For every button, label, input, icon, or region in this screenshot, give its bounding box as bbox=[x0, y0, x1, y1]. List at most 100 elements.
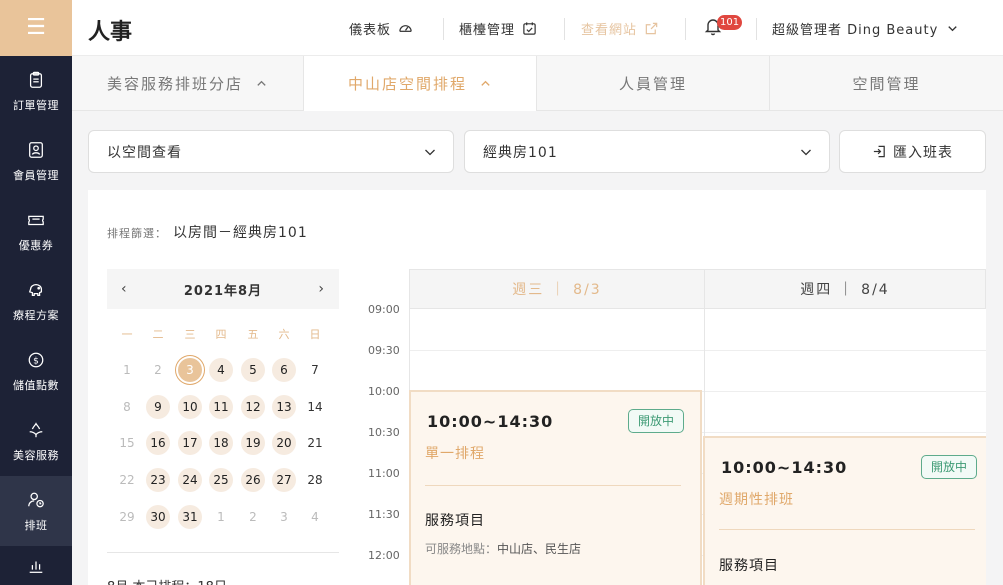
prev-month-button[interactable]: ‹ bbox=[121, 281, 128, 297]
weekly-schedule: 週三 ｜ 8/3 週四 ｜ 8/4 10:00~14:30 開放中 單一排程 服… bbox=[409, 269, 986, 585]
schedule-card: 排程篩選： 以房間－經典房101 ‹ 2021年8月 › 一二三四五六日12345… bbox=[88, 190, 986, 585]
calendar-day[interactable]: 6 bbox=[272, 358, 296, 382]
calendar-day[interactable]: 7 bbox=[303, 358, 327, 382]
calendar-day[interactable]: 23 bbox=[146, 468, 170, 492]
calendar-day[interactable]: 3 bbox=[178, 358, 202, 382]
user-menu[interactable]: 超級管理者 Ding Beauty bbox=[772, 0, 960, 56]
view-site-link[interactable]: 查看網站 bbox=[581, 0, 659, 56]
hamburger-icon: ☰ bbox=[26, 15, 46, 40]
tab-room-management[interactable]: 空間管理 bbox=[770, 56, 1003, 111]
svg-text:$: $ bbox=[33, 357, 39, 367]
calendar-day[interactable]: 13 bbox=[272, 395, 296, 419]
calendar-day[interactable]: 2 bbox=[146, 358, 170, 382]
sidebar-item-label: 美容服務 bbox=[13, 449, 59, 462]
import-label: 匯入班表 bbox=[893, 144, 953, 161]
block-divider bbox=[425, 485, 681, 486]
tab-label: 空間管理 bbox=[852, 75, 921, 93]
block-type: 週期性排班 bbox=[719, 492, 794, 508]
tab-label: 人員管理 bbox=[618, 75, 687, 93]
calendar-day[interactable]: 16 bbox=[146, 431, 170, 455]
room-value: 經典房101 bbox=[483, 144, 558, 161]
import-schedule-button[interactable]: 匯入班表 bbox=[839, 130, 986, 173]
sidebar-item-treatment-plans[interactable]: 療程方案 bbox=[0, 266, 72, 336]
calendar-day[interactable]: 26 bbox=[241, 468, 265, 492]
calendar-day[interactable]: 19 bbox=[241, 431, 265, 455]
calendar-day[interactable]: 5 bbox=[241, 358, 265, 382]
tab-branch-scheduling[interactable]: 美容服務排班分店 bbox=[72, 56, 304, 111]
sidebar-item-stored-value[interactable]: $ 儲值點數 bbox=[0, 336, 72, 406]
calendar-day[interactable]: 1 bbox=[115, 358, 139, 382]
tab-bar: 美容服務排班分店 中山店空間排程 人員管理 空間管理 bbox=[72, 56, 1003, 111]
divider bbox=[756, 18, 757, 40]
calendar-day[interactable]: 18 bbox=[209, 431, 233, 455]
room-select[interactable]: 經典房101 bbox=[464, 130, 830, 173]
locations-label: 可服務地點： bbox=[425, 542, 498, 556]
calendar-day[interactable]: 30 bbox=[146, 505, 170, 529]
page-title: 人事 bbox=[88, 20, 133, 45]
calendar-day[interactable]: 14 bbox=[303, 395, 327, 419]
sidebar-item-orders[interactable]: 訂單管理 bbox=[0, 56, 72, 126]
notification-bell[interactable]: 101 bbox=[703, 15, 743, 40]
calendar-day[interactable]: 22 bbox=[115, 468, 139, 492]
view-site-label: 查看網站 bbox=[581, 22, 638, 38]
sidebar-item-label: 訂單管理 bbox=[13, 99, 59, 112]
block-divider bbox=[719, 529, 975, 530]
calendar-day[interactable]: 20 bbox=[272, 431, 296, 455]
calendar-day[interactable]: 25 bbox=[209, 468, 233, 492]
calendar-day[interactable]: 4 bbox=[209, 358, 233, 382]
calendar-day[interactable]: 31 bbox=[178, 505, 202, 529]
member-card-icon bbox=[25, 139, 47, 161]
sidebar-item-label: 優惠券 bbox=[18, 239, 54, 252]
calendar-day[interactable]: 12 bbox=[241, 395, 265, 419]
view-mode-select[interactable]: 以空間查看 bbox=[88, 130, 454, 173]
sidebar-item-coupons[interactable]: 優惠券 bbox=[0, 196, 72, 266]
tab-room-scheduling[interactable]: 中山店空間排程 bbox=[304, 56, 537, 111]
status-badge: 開放中 bbox=[921, 455, 978, 479]
sidebar-item-beauty-services[interactable]: 美容服務 bbox=[0, 406, 72, 476]
calendar-summary: 8月 本己排程：18日 bbox=[107, 576, 227, 585]
calendar-day[interactable]: 15 bbox=[115, 431, 139, 455]
weekday-label: 二 bbox=[152, 328, 164, 341]
calendar-day[interactable]: 17 bbox=[178, 431, 202, 455]
schedule-block-recurring[interactable]: 10:00~14:30 開放中 週期性排班 服務項目 bbox=[703, 436, 986, 585]
calendar-day[interactable]: 10 bbox=[178, 395, 202, 419]
calendar-day[interactable]: 9 bbox=[146, 395, 170, 419]
sidebar-item-reports[interactable] bbox=[0, 546, 72, 585]
time-label: 09:30 bbox=[368, 344, 400, 357]
divider bbox=[443, 18, 444, 40]
weekday-label: 五 bbox=[247, 328, 259, 341]
grid-line bbox=[409, 350, 986, 351]
sidebar-item-members[interactable]: 會員管理 bbox=[0, 126, 72, 196]
calendar-day[interactable]: 27 bbox=[272, 468, 296, 492]
calendar-day[interactable]: 4 bbox=[303, 505, 327, 529]
notification-badge: 101 bbox=[717, 15, 743, 30]
calendar-day[interactable]: 1 bbox=[209, 505, 233, 529]
divider bbox=[685, 18, 686, 40]
calendar-day[interactable]: 29 bbox=[115, 505, 139, 529]
calendar-day[interactable]: 3 bbox=[272, 505, 296, 529]
sidebar-item-scheduling[interactable]: 排班 bbox=[0, 476, 72, 546]
calendar-day[interactable]: 28 bbox=[303, 468, 327, 492]
calendar-day[interactable]: 24 bbox=[178, 468, 202, 492]
schedule-block-single[interactable]: 10:00~14:30 開放中 單一排程 服務項目 可服務地點：中山店、民生店 bbox=[409, 390, 702, 585]
calendar-month-title: 2021年8月 bbox=[183, 283, 263, 299]
divider bbox=[564, 18, 565, 40]
chevron-down-icon bbox=[801, 149, 811, 156]
tab-staff-management[interactable]: 人員管理 bbox=[537, 56, 770, 111]
person-clock-icon bbox=[25, 489, 47, 511]
dashboard-link[interactable]: 儀表板 bbox=[349, 0, 413, 56]
tab-label: 美容服務排班分店 bbox=[106, 75, 243, 93]
counter-management-link[interactable]: 櫃檯管理 bbox=[459, 0, 537, 56]
calendar-day[interactable]: 8 bbox=[115, 395, 139, 419]
calendar-day[interactable]: 2 bbox=[241, 505, 265, 529]
calendar-day[interactable]: 21 bbox=[303, 431, 327, 455]
block-section-title: 服務項目 bbox=[719, 558, 779, 574]
next-month-button[interactable]: › bbox=[318, 281, 325, 297]
bar-chart-icon bbox=[25, 555, 47, 577]
menu-toggle[interactable]: ☰ bbox=[0, 0, 72, 56]
tab-label: 中山店空間排程 bbox=[347, 75, 467, 93]
calendar-day[interactable]: 11 bbox=[209, 395, 233, 419]
block-locations: 可服務地點：中山店、民生店 bbox=[425, 540, 581, 557]
weekday-label: 六 bbox=[278, 328, 290, 341]
time-label: 09:00 bbox=[368, 303, 400, 316]
